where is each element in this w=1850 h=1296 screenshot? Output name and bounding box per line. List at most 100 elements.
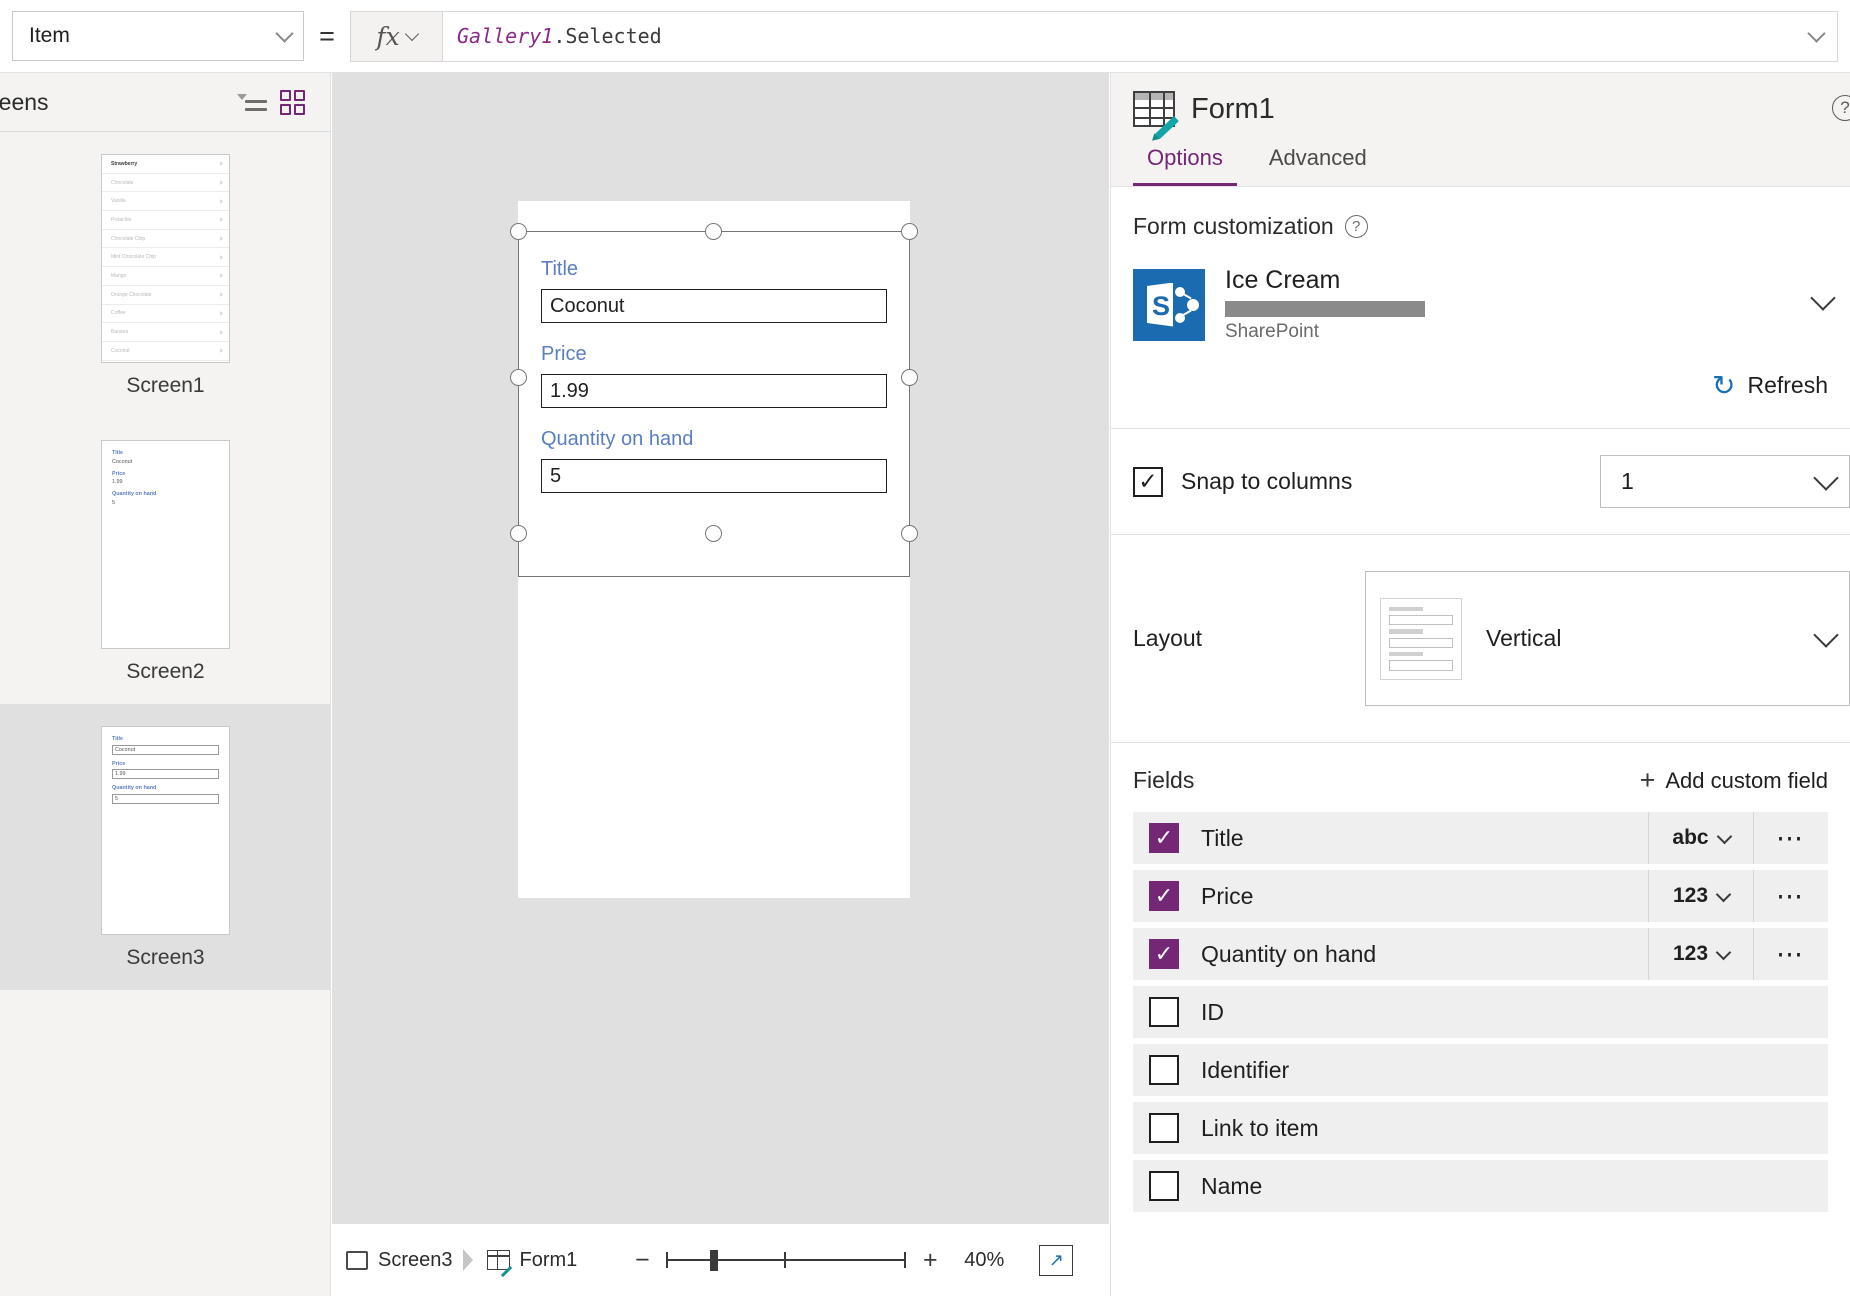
formula-input[interactable]: Gallery1 .Selected: [442, 10, 1838, 62]
properties-panel: Form1 ? Options Advanced Form customizat…: [1110, 73, 1850, 1296]
gallery-row: Chocolate: [102, 174, 229, 193]
form-customization-section: Form customization ? S Ice Cream SharePo…: [1111, 187, 1850, 429]
screens-panel-title: reens: [0, 88, 49, 115]
zoom-tick: [904, 1252, 907, 1268]
chevron-down-icon: [1715, 944, 1732, 960]
field-row-identifier[interactable]: Identifier: [1133, 1044, 1828, 1096]
breadcrumb-form1[interactable]: Form1: [486, 1249, 577, 1278]
property-dropdown-label: Item: [29, 24, 70, 47]
field-checkbox[interactable]: [1149, 997, 1179, 1027]
field-row-link-to-item[interactable]: Link to item: [1133, 1102, 1828, 1154]
zoom-out-button[interactable]: −: [631, 1246, 653, 1275]
gallery-row: Pistachio: [102, 211, 229, 230]
field-type-label: 123: [1672, 942, 1709, 965]
screen-thumbnail-item[interactable]: Strawberry Chocolate Vanilla Pistachio C…: [0, 132, 331, 418]
app-canvas[interactable]: Title Coconut Price 1.99 Quantity on han…: [332, 73, 1109, 1296]
layout-dropdown[interactable]: Vertical: [1365, 571, 1850, 706]
resize-handle-bottom-center[interactable]: [705, 525, 722, 542]
zoom-slider-knob[interactable]: [710, 1250, 719, 1271]
check-icon: ✓: [1154, 941, 1174, 966]
field-more-options-button[interactable]: ⋯: [1754, 812, 1828, 864]
screen-icon: [346, 1250, 368, 1270]
formula-expand-chevron-icon[interactable]: [1807, 24, 1826, 43]
property-dropdown[interactable]: Item: [12, 11, 304, 61]
gallery-row: Strawberry: [102, 155, 229, 174]
resize-handle-top-right[interactable]: [901, 223, 918, 240]
screen-thumbnail-item[interactable]: Title Coconut Price 1.99 Quantity on han…: [0, 418, 331, 704]
mini-field-label: Title: [112, 450, 123, 456]
screen3-label: Screen3: [126, 946, 205, 969]
field-row-title[interactable]: ✓ Title abc ⋯: [1133, 812, 1828, 864]
chevron-down-icon: [1715, 886, 1732, 902]
resize-handle-middle-left[interactable]: [510, 369, 527, 386]
field-checkbox[interactable]: ✓: [1149, 939, 1179, 969]
field-checkbox[interactable]: ✓: [1149, 881, 1179, 911]
screen2-thumbnail[interactable]: Title Coconut Price 1.99 Quantity on han…: [101, 440, 230, 649]
field-checkbox[interactable]: [1149, 1113, 1179, 1143]
resize-handle-middle-right[interactable]: [901, 369, 918, 386]
layout-preview-icon: [1380, 597, 1462, 680]
field-type-dropdown[interactable]: 123: [1648, 928, 1754, 980]
field-row-price[interactable]: ✓ Price 123 ⋯: [1133, 870, 1828, 922]
field-more-options-button[interactable]: ⋯: [1754, 870, 1828, 922]
equals-sign: =: [319, 20, 335, 51]
zoom-level-value: 40%: [964, 1248, 1005, 1271]
mini-field-label: Price: [112, 760, 126, 767]
field-checkbox[interactable]: [1149, 1171, 1179, 1201]
form-customization-title-row: Form customization ?: [1133, 213, 1828, 240]
refresh-button[interactable]: ↻ Refresh: [1133, 369, 1828, 402]
help-icon[interactable]: ?: [1344, 215, 1368, 238]
field-type-dropdown[interactable]: 123: [1648, 870, 1754, 922]
chevron-down-icon: [1813, 464, 1839, 491]
datasource-expand-button[interactable]: [1810, 285, 1836, 320]
snap-to-columns-row: ✓ Snap to columns 1: [1111, 429, 1850, 535]
tab-options[interactable]: Options: [1133, 145, 1237, 186]
snap-to-columns-checkbox[interactable]: ✓: [1133, 466, 1163, 497]
zoom-in-button[interactable]: +: [919, 1246, 941, 1275]
gallery-row: Coconut: [102, 342, 229, 361]
form-icon: [1133, 91, 1179, 139]
mini-field-label: Quantity on hand: [112, 785, 157, 791]
field-checkbox[interactable]: [1149, 1055, 1179, 1085]
chevron-down-icon: [1810, 285, 1836, 311]
field-name: Name: [1201, 1172, 1263, 1199]
gallery-row: Chocolate Chip: [102, 230, 229, 249]
form-field-input-quantity[interactable]: 5: [541, 459, 887, 493]
resize-handle-top-left[interactable]: [510, 223, 527, 240]
resize-handle-top-center[interactable]: [705, 223, 722, 240]
field-name: ID: [1201, 998, 1224, 1025]
zoom-slider[interactable]: [666, 1248, 907, 1272]
mini-field-label: Price: [112, 470, 126, 477]
datasource-row[interactable]: S Ice Cream SharePoint: [1133, 266, 1836, 343]
field-type-label: abc: [1672, 826, 1709, 849]
screen-thumbnail-item-selected[interactable]: Title Coconut Price 1.99 Quantity on han…: [0, 704, 331, 990]
mini-field-value: 5: [112, 499, 115, 506]
add-custom-field-button[interactable]: + Add custom field: [1640, 767, 1828, 794]
field-type-dropdown[interactable]: abc: [1648, 812, 1754, 864]
layout-label: Layout: [1133, 625, 1203, 651]
form-field-input-price[interactable]: 1.99: [541, 374, 887, 408]
field-more-options-button[interactable]: ⋯: [1754, 928, 1828, 980]
resize-handle-bottom-right[interactable]: [901, 525, 918, 542]
breadcrumb-screen3[interactable]: Screen3: [346, 1249, 453, 1272]
columns-count-dropdown[interactable]: 1: [1600, 455, 1850, 508]
fit-to-screen-button[interactable]: ↗: [1039, 1244, 1074, 1276]
form-field-input-title[interactable]: Coconut: [541, 289, 887, 323]
screen3-thumbnail[interactable]: Title Coconut Price 1.99 Quantity on han…: [101, 726, 230, 935]
field-row-id[interactable]: ID: [1133, 986, 1828, 1038]
field-row-name[interactable]: Name: [1133, 1160, 1828, 1212]
field-row-quantity-on-hand[interactable]: ✓ Quantity on hand 123 ⋯: [1133, 928, 1828, 980]
properties-panel-title: Form1: [1191, 92, 1275, 125]
tree-view-button[interactable]: [232, 82, 272, 122]
field-name: Price: [1201, 882, 1254, 909]
fx-button[interactable]: fx: [350, 10, 442, 62]
help-icon[interactable]: ?: [1832, 95, 1850, 121]
screen1-thumbnail[interactable]: Strawberry Chocolate Vanilla Pistachio C…: [101, 154, 230, 363]
grid-view-button[interactable]: [272, 82, 312, 122]
field-checkbox[interactable]: ✓: [1149, 823, 1179, 853]
redacted-account-bar: [1225, 301, 1425, 317]
screen1-label: Screen1: [126, 374, 205, 397]
tab-advanced[interactable]: Advanced: [1255, 145, 1381, 186]
screen2-label: Screen2: [126, 660, 205, 683]
resize-handle-bottom-left[interactable]: [510, 525, 527, 542]
